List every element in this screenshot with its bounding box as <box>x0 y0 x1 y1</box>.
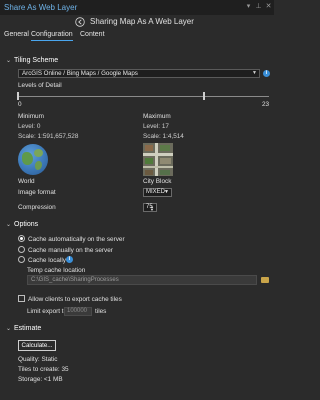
slider-max-label: 23 <box>262 101 270 108</box>
maximum-caption: City Block <box>143 178 172 185</box>
options-header[interactable]: ⌄ Options <box>6 221 38 228</box>
allow-export-label: Allow clients to export cache tiles <box>28 296 122 303</box>
window-title: Share As Web Layer <box>4 3 78 12</box>
limit-export-suffix: tiles <box>95 308 107 315</box>
world-thumbnail <box>18 144 48 175</box>
info-icon[interactable]: i <box>263 70 270 77</box>
image-format-label: Image format <box>18 189 56 196</box>
chevron-down-icon: ⌄ <box>6 58 12 64</box>
pane-header: Sharing Map As A Web Layer <box>0 15 274 30</box>
info-icon[interactable]: i <box>66 256 73 263</box>
maximum-level: Level: 17 <box>143 123 169 130</box>
options-heading: Options <box>14 221 39 228</box>
image-format-value: MIXED <box>146 189 166 195</box>
image-format-select[interactable]: MIXED ▼ <box>143 188 172 197</box>
tiling-scheme-heading: Tiling Scheme <box>14 57 59 64</box>
tab-content[interactable]: Content <box>80 31 105 38</box>
folder-icon[interactable] <box>261 277 269 283</box>
limit-export-prefix: Limit export to <box>27 308 68 315</box>
menu-icon[interactable]: ▾ <box>244 2 253 11</box>
compression-label: Compression <box>18 204 56 211</box>
chevron-down-icon: ▼ <box>252 70 257 76</box>
tiling-scheme-value: ArcGIS Online / Bing Maps / Google Maps <box>22 70 138 77</box>
radio-cache-manual-label: Cache manually on the server <box>28 247 113 254</box>
chevron-down-icon: ⌄ <box>6 326 12 332</box>
maximum-scale: Scale: 1:4,514 <box>143 133 184 140</box>
temp-cache-label: Temp cache location <box>27 267 86 274</box>
temp-cache-path-value: C:\GIS_cache\SharingProcesses <box>31 277 119 283</box>
radio-cache-local-label: Cache locally <box>28 257 67 264</box>
compression-stepper[interactable]: 75 ▲ ▼ <box>143 203 157 212</box>
tiling-scheme-select[interactable]: ArcGIS Online / Bing Maps / Google Maps … <box>18 69 260 78</box>
close-icon[interactable]: ✕ <box>264 2 273 11</box>
chevron-down-icon[interactable]: ▼ <box>150 208 154 212</box>
radio-cache-local[interactable] <box>18 256 25 263</box>
temp-cache-path-input[interactable]: C:\GIS_cache\SharingProcesses <box>27 275 257 285</box>
estimate-header[interactable]: ⌄ Estimate <box>6 325 41 332</box>
limit-export-value: 100000 <box>67 308 88 314</box>
title-bar: Share As Web Layer ▾ ⊥ ✕ <box>0 0 274 15</box>
city-block-thumbnail <box>143 143 173 176</box>
maximum-heading: Maximum <box>143 113 171 120</box>
estimate-quality: Quality: Static <box>18 356 58 363</box>
tab-configuration[interactable]: Configuration <box>31 31 73 41</box>
minimum-heading: Minimum <box>18 113 44 120</box>
radio-cache-auto-label: Cache automatically on the server <box>28 236 125 243</box>
allow-export-checkbox[interactable] <box>18 295 25 302</box>
levels-slider-max-handle[interactable] <box>202 92 205 100</box>
minimum-scale: Scale: 1:591,657,528 <box>18 133 79 140</box>
levels-slider-min-handle[interactable] <box>17 92 19 100</box>
chevron-down-icon: ⌄ <box>6 222 12 228</box>
back-arrow-icon[interactable] <box>75 17 85 27</box>
pin-icon[interactable]: ⊥ <box>254 2 263 11</box>
tab-general[interactable]: General <box>4 31 29 38</box>
levels-label: Levels of Detail <box>18 82 62 89</box>
limit-export-input[interactable]: 100000 <box>64 307 92 316</box>
minimum-level: Level: 0 <box>18 123 41 130</box>
pane-subtitle: Sharing Map As A Web Layer <box>90 17 194 26</box>
calculate-button[interactable]: Calculate... <box>18 340 56 351</box>
estimate-storage: Storage: <1 MB <box>18 376 63 383</box>
radio-cache-auto[interactable] <box>18 235 25 242</box>
levels-slider-track[interactable] <box>18 96 269 97</box>
minimum-caption: World <box>18 178 35 185</box>
estimate-heading: Estimate <box>14 325 42 332</box>
tiling-scheme-header[interactable]: ⌄ Tiling Scheme <box>6 57 58 64</box>
chevron-down-icon: ▼ <box>164 189 169 195</box>
radio-cache-manual[interactable] <box>18 246 25 253</box>
estimate-tiles: Tiles to create: 35 <box>18 366 69 373</box>
slider-min-label: 0 <box>18 101 22 108</box>
